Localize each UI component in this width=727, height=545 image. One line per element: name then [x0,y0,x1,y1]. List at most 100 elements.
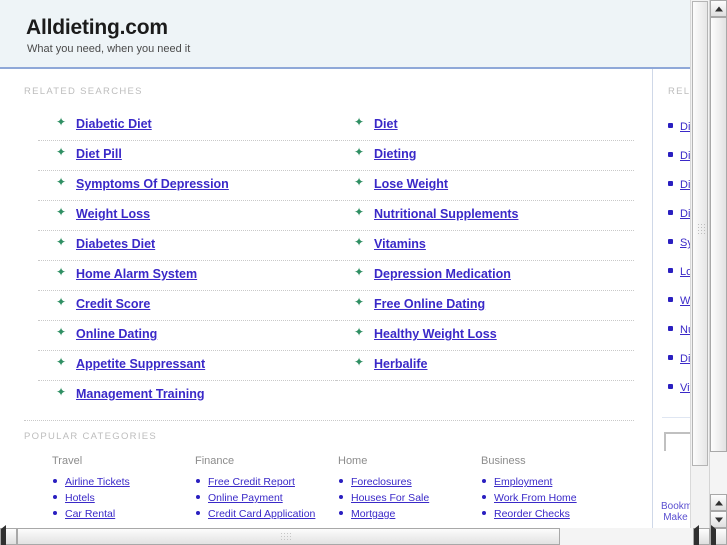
related-search-item[interactable]: ✦ Diet Pill [38,141,336,171]
list-item[interactable]: Work From Home [481,489,624,505]
vertical-scroll-track[interactable] [710,17,727,494]
site-title: Alldieting.com [26,16,168,39]
list-item[interactable]: Car Rental [52,505,195,521]
inner-scrollbar-thumb[interactable] [692,1,708,466]
related-search-link[interactable]: Symptoms Of Depression [76,177,229,191]
related-search-item[interactable]: ✦ Management Training [38,381,336,410]
dot-bullet-icon [196,495,200,499]
dot-bullet-icon [53,479,57,483]
dot-bullet-icon [668,297,673,302]
popular-category-group: Travel Airline Tickets Hotels Car Rental [52,455,195,521]
list-item[interactable]: Airline Tickets [52,473,195,489]
dot-bullet-icon [668,355,673,360]
related-search-link[interactable]: Lose Weight [374,177,448,191]
scroll-left-button[interactable] [0,525,17,545]
category-link[interactable]: Airline Tickets [65,476,130,488]
related-search-link[interactable]: Nutritional Supplements [374,207,518,221]
category-link[interactable]: Hotels [65,492,95,504]
related-search-item[interactable]: ✦ Diabetic Diet [38,111,336,141]
popular-category-group: Business Employment Work From Home Reord… [481,455,624,521]
horizontal-scroll-track[interactable] [17,528,693,545]
category-link[interactable]: Work From Home [494,492,577,504]
inner-vertical-scrollbar[interactable] [690,0,709,528]
related-search-item[interactable]: ✦ Lose Weight [336,171,634,201]
category-link[interactable]: Free Credit Report [208,476,295,488]
related-search-item[interactable]: ✦ Healthy Weight Loss [336,321,634,351]
category-link[interactable]: Reorder Checks [494,508,570,520]
scroll-right-button[interactable] [710,525,727,545]
scroll-up-arrow-icon [714,500,723,505]
list-item[interactable]: Mortgage [338,505,481,521]
related-search-link[interactable]: Diet Pill [76,147,122,161]
scroll-left-arrow-icon [694,525,699,545]
related-search-item[interactable]: ✦ Symptoms Of Depression [38,171,336,201]
related-search-item[interactable]: ✦ Weight Loss [38,201,336,231]
related-search-item[interactable]: ✦ Nutritional Supplements [336,201,634,231]
related-search-item[interactable]: ✦ Vitamins [336,231,634,261]
related-search-item[interactable]: ✦ Depression Medication [336,261,634,291]
browser-vertical-scrollbar[interactable] [710,0,727,528]
scroll-down-arrow-icon [714,517,723,522]
related-search-item[interactable]: ✦ Appetite Suppressant [38,351,336,381]
related-search-link[interactable]: Online Dating [76,327,157,341]
related-search-link[interactable]: Dieting [374,147,416,161]
category-link[interactable]: Credit Card Application [208,508,315,520]
related-search-link[interactable]: Diabetes Diet [76,237,155,251]
star-bullet-icon: ✦ [354,175,365,189]
dot-bullet-icon [668,181,673,186]
related-searches-column-left: ✦ Diabetic Diet ✦ Diet Pill ✦ Symptoms O… [38,111,336,410]
related-search-item[interactable]: ✦ Online Dating [38,321,336,351]
dot-bullet-icon [482,511,486,515]
category-heading: Finance [195,455,235,467]
category-link[interactable]: Foreclosures [351,476,412,488]
list-item[interactable]: Online Payment [195,489,338,505]
related-search-item[interactable]: ✦ Dieting [336,141,634,171]
list-item[interactable]: Credit Card Application [195,505,338,521]
related-search-link[interactable]: Healthy Weight Loss [374,327,497,341]
site-tagline: What you need, when you need it [27,43,191,55]
star-bullet-icon: ✦ [354,145,365,159]
related-search-link[interactable]: Free Online Dating [374,297,485,311]
related-search-link[interactable]: Management Training [76,387,205,401]
category-link[interactable]: Online Payment [208,492,283,504]
list-item[interactable]: Employment [481,473,624,489]
list-item[interactable]: Foreclosures [338,473,481,489]
category-link[interactable]: Mortgage [351,508,395,520]
scroll-up-button[interactable] [710,0,727,17]
related-search-item[interactable]: ✦ Diet [336,111,634,141]
related-search-link[interactable]: Herbalife [374,357,428,371]
dot-bullet-icon [668,239,673,244]
related-search-item[interactable]: ✦ Home Alarm System [38,261,336,291]
list-item[interactable]: Hotels [52,489,195,505]
scroll-left-button-secondary[interactable] [693,525,710,545]
horizontal-scroll-thumb[interactable] [17,528,560,545]
list-item[interactable]: Reorder Checks [481,505,624,521]
scroll-up-button-inner[interactable] [710,494,727,511]
browser-horizontal-scrollbar[interactable] [0,525,727,545]
list-item[interactable]: Free Credit Report [195,473,338,489]
related-search-link[interactable]: Appetite Suppressant [76,357,205,371]
related-search-item[interactable]: ✦ Diabetes Diet [38,231,336,261]
related-search-link[interactable]: Diabetic Diet [76,117,152,131]
category-link[interactable]: Employment [494,476,552,488]
dot-bullet-icon [53,511,57,515]
popular-category-group: Finance Free Credit Report Online Paymen… [195,455,338,521]
list-item[interactable]: Houses For Sale [338,489,481,505]
related-search-item[interactable]: ✦ Credit Score [38,291,336,321]
related-search-item[interactable]: ✦ Free Online Dating [336,291,634,321]
related-search-link[interactable]: Depression Medication [374,267,511,281]
category-link[interactable]: Houses For Sale [351,492,429,504]
related-search-link[interactable]: Weight Loss [76,207,150,221]
dot-bullet-icon [482,479,486,483]
vertical-scroll-thumb[interactable] [710,17,727,452]
related-search-link[interactable]: Home Alarm System [76,267,197,281]
related-search-link[interactable]: Diet [374,117,398,131]
related-search-link[interactable]: Vitamins [374,237,426,251]
related-searches-kicker: RELATED SEARCHES [24,86,143,97]
related-search-item[interactable]: ✦ Herbalife [336,351,634,381]
category-link[interactable]: Car Rental [65,508,115,520]
dot-bullet-icon [668,384,673,389]
dot-bullet-icon [196,479,200,483]
scroll-left-arrow-icon [1,525,6,545]
related-search-link[interactable]: Credit Score [76,297,150,311]
